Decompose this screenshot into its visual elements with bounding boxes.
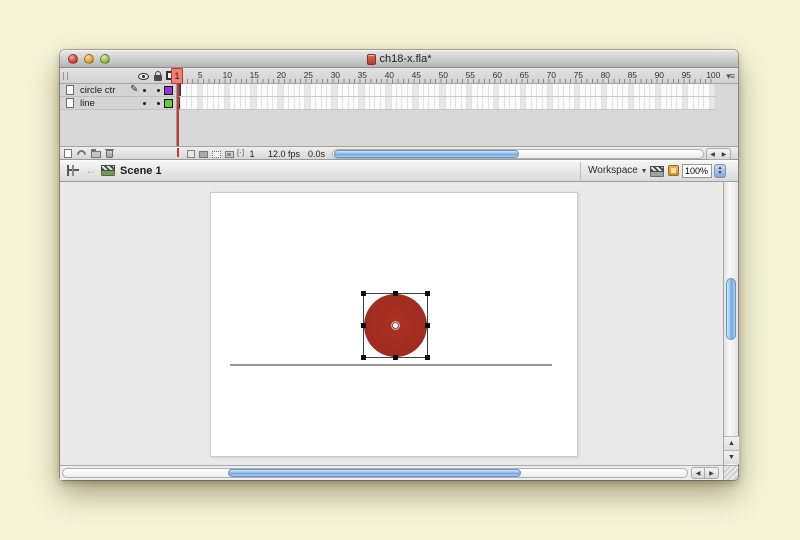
- timeline-scroll-right-arrow[interactable]: ▶: [718, 148, 731, 160]
- selection-handle[interactable]: [361, 323, 366, 328]
- center-frame-button[interactable]: [187, 150, 195, 158]
- edit-scene-button[interactable]: [650, 166, 664, 177]
- timeline-panel-menu-icon[interactable]: ▾≡: [726, 71, 734, 82]
- selection-handle[interactable]: [425, 355, 430, 360]
- layer-visibility-dot[interactable]: [143, 89, 146, 92]
- layer-frames-row[interactable]: [176, 84, 716, 97]
- frames-grid: [176, 84, 716, 110]
- timeline-status-bar: [·] 1 12.0 fps 0.0s ◀ ▶: [60, 146, 738, 160]
- title-bar[interactable]: ch18-x.fla*: [60, 50, 738, 68]
- scroll-right-arrow[interactable]: ▶: [705, 467, 719, 479]
- frame-cell[interactable]: [710, 97, 715, 109]
- chevron-down-icon: ▼: [641, 168, 648, 175]
- timeline-scrollbar-track[interactable]: [332, 149, 704, 159]
- layer-row-circle-ctr[interactable]: circle ctr ✎: [60, 84, 176, 97]
- layer-outline-color-swatch[interactable]: [164, 99, 173, 108]
- elapsed-time-indicator: 0.0s: [308, 149, 325, 159]
- layer-name-label[interactable]: circle ctr: [80, 85, 115, 96]
- window-title: ch18-x.fla*: [380, 53, 432, 65]
- horizontal-scrollbar[interactable]: ◀ ▶: [60, 465, 723, 480]
- timeline-toggle-icon[interactable]: [67, 165, 79, 176]
- selection-handle[interactable]: [393, 355, 398, 360]
- timeline-scrollbar-thumb[interactable]: [334, 150, 519, 158]
- modify-onion-markers-button[interactable]: [·]: [237, 148, 244, 157]
- selection-handle[interactable]: [393, 291, 398, 296]
- desktop: { "window": { "title": "ch18-x.fla*" }, …: [0, 0, 800, 540]
- flash-app-window: ch18-x.fla* ▾≡ 5101520253035404550556065…: [60, 50, 738, 480]
- zoom-stepper[interactable]: ▲▼: [714, 164, 726, 178]
- layer-row-line[interactable]: line: [60, 97, 176, 110]
- layer-frames-row[interactable]: [176, 97, 716, 110]
- layer-page-icon: [66, 85, 74, 95]
- scroll-left-arrow[interactable]: ◀: [691, 467, 705, 479]
- frame-ruler-ticks: [176, 79, 716, 83]
- scene-clapperboard-icon: [101, 165, 115, 176]
- window-resize-grip[interactable]: [723, 465, 738, 480]
- layer-lock-dot[interactable]: [157, 89, 160, 92]
- frame-cell[interactable]: [710, 84, 715, 96]
- playhead-marker[interactable]: 1: [171, 68, 183, 84]
- show-hide-all-layers-icon[interactable]: [138, 73, 149, 80]
- onion-skin-outlines-button[interactable]: [212, 151, 221, 158]
- timeline-empty-area: [60, 110, 738, 146]
- playhead-bottom-tick: [177, 148, 179, 157]
- layer-outline-color-swatch[interactable]: [164, 86, 173, 95]
- current-frame-indicator: 1: [246, 149, 258, 159]
- title-group: ch18-x.fla*: [60, 50, 738, 68]
- vertical-scrollbar-thumb[interactable]: [726, 278, 736, 340]
- layer-name-label[interactable]: line: [80, 98, 95, 109]
- active-layer-pencil-icon: ✎: [130, 84, 138, 95]
- flash-document-icon: [367, 54, 376, 65]
- insert-layer-folder-button[interactable]: [91, 151, 101, 158]
- edit-bar-divider: [580, 162, 581, 180]
- pasteboard[interactable]: [60, 182, 723, 465]
- panel-grip-icon[interactable]: [63, 72, 68, 80]
- selection-handle[interactable]: [425, 291, 430, 296]
- edit-multiple-frames-button[interactable]: [225, 151, 234, 158]
- edit-symbols-button[interactable]: [668, 165, 679, 176]
- frame-rate-indicator[interactable]: 12.0 fps: [268, 149, 300, 159]
- selection-handle[interactable]: [361, 291, 366, 296]
- layer-visibility-dot[interactable]: [143, 102, 146, 105]
- scroll-up-arrow[interactable]: ▲: [724, 436, 739, 450]
- horizontal-scrollbar-track[interactable]: [62, 468, 688, 478]
- registration-point[interactable]: [392, 322, 399, 329]
- delete-layer-button[interactable]: [106, 150, 113, 158]
- onion-skin-button[interactable]: [199, 151, 208, 158]
- zoom-level-input[interactable]: [682, 164, 712, 178]
- selection-handle[interactable]: [425, 323, 430, 328]
- scene-label[interactable]: Scene 1: [120, 165, 162, 177]
- drawn-line-shape[interactable]: [230, 364, 552, 366]
- vertical-scrollbar[interactable]: ▲ ▼: [723, 182, 738, 465]
- edit-bar: ← Scene 1 Workspace ▼ ▲▼: [60, 160, 738, 182]
- insert-layer-button[interactable]: [64, 149, 72, 158]
- layer-lock-dot[interactable]: [157, 102, 160, 105]
- workspace-dropdown[interactable]: Workspace ▼: [588, 165, 648, 176]
- scroll-down-arrow[interactable]: ▼: [724, 450, 739, 464]
- add-motion-guide-button[interactable]: [75, 148, 88, 161]
- playhead-line[interactable]: [177, 84, 179, 146]
- lock-all-layers-icon[interactable]: [154, 75, 162, 81]
- horizontal-scrollbar-thumb[interactable]: [228, 469, 521, 477]
- layer-name-panel: circle ctr ✎ line: [60, 84, 176, 110]
- stepper-down-icon[interactable]: ▼: [718, 171, 723, 176]
- layer-page-icon: [66, 98, 74, 108]
- back-arrow-icon[interactable]: ←: [85, 163, 97, 177]
- selection-handle[interactable]: [361, 355, 366, 360]
